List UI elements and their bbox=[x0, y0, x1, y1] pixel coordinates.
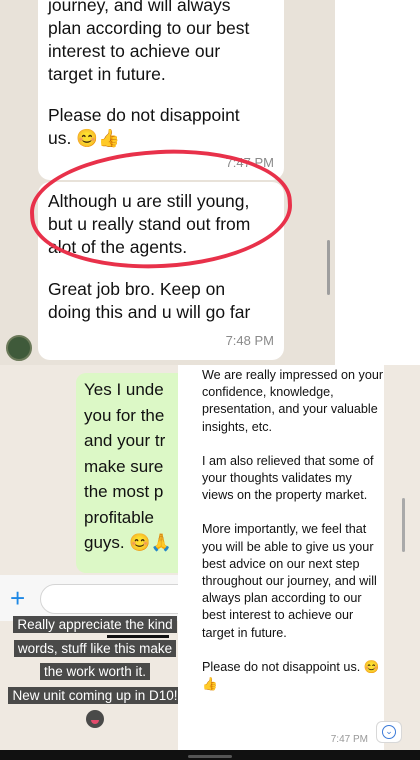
message-line: and your tr bbox=[84, 431, 166, 450]
scroll-down-button[interactable]: ⌄ bbox=[376, 721, 402, 743]
caption-line: the work worth it. bbox=[0, 660, 178, 684]
message-line: doing this and u will go far bbox=[48, 302, 251, 322]
note-paragraph: Please do not disappoint us. 😊👍 bbox=[202, 659, 380, 692]
message-line: make sure bbox=[84, 456, 164, 476]
caption-line: New unit coming up in D10! bbox=[0, 684, 178, 708]
message-timestamp: 7:48 PM bbox=[225, 333, 274, 348]
message-line: Great job bro. Keep on bbox=[48, 279, 226, 299]
message-line: us. 😊👍 bbox=[48, 128, 120, 148]
caption-line: words, stuff like this make bbox=[0, 637, 178, 661]
message-line: the most p bbox=[84, 482, 164, 501]
laughing-emoji-icon bbox=[86, 710, 104, 729]
message-timestamp: 7:47 PM bbox=[330, 733, 368, 745]
message-line: Yes I unde bbox=[84, 380, 164, 399]
message-line: interest to achieve our bbox=[48, 41, 221, 61]
caption-line: Really appreciate the kind bbox=[0, 613, 178, 637]
message-line: guys. 😊🙏 bbox=[84, 533, 172, 552]
note-paragraph: More importantly, we feel that you will … bbox=[202, 522, 377, 640]
scrollbar[interactable] bbox=[327, 240, 330, 295]
avatar[interactable] bbox=[6, 335, 32, 361]
scrollbar[interactable] bbox=[402, 498, 405, 552]
scroll-down-icon: ⌄ bbox=[382, 725, 396, 739]
message-text: Great job bro. Keep on doing this and u … bbox=[48, 278, 274, 324]
reply-screenshot: Yes I unde you for the and your tr make … bbox=[0, 365, 178, 750]
story-caption: Really appreciate the kind words, stuff … bbox=[0, 613, 178, 731]
message-line: journey, and will always bbox=[48, 0, 231, 15]
message-line: profitable bbox=[84, 507, 154, 527]
message-line: Please do not disappoint bbox=[48, 105, 240, 125]
message-line: plan according to our best bbox=[48, 18, 250, 38]
underline-mark bbox=[107, 635, 169, 638]
note-screenshot: We are really impressed on your confiden… bbox=[178, 365, 384, 750]
home-indicator[interactable] bbox=[188, 755, 232, 758]
plus-icon[interactable]: + bbox=[10, 583, 25, 614]
outgoing-message: Yes I unde you for the and your tr make … bbox=[76, 373, 178, 573]
message-text: journey, and will always plan according … bbox=[48, 0, 274, 86]
blank-area bbox=[335, 0, 420, 365]
message-input[interactable] bbox=[40, 584, 178, 614]
message-line: target in future. bbox=[48, 64, 166, 84]
note-paragraph: I am also relieved that some of your tho… bbox=[202, 453, 374, 503]
note-paragraph: We are really impressed on your confiden… bbox=[202, 368, 384, 434]
chat-background bbox=[384, 365, 420, 750]
top-chat-screenshot: journey, and will always plan according … bbox=[0, 0, 335, 365]
message-line: you for the bbox=[84, 405, 165, 425]
